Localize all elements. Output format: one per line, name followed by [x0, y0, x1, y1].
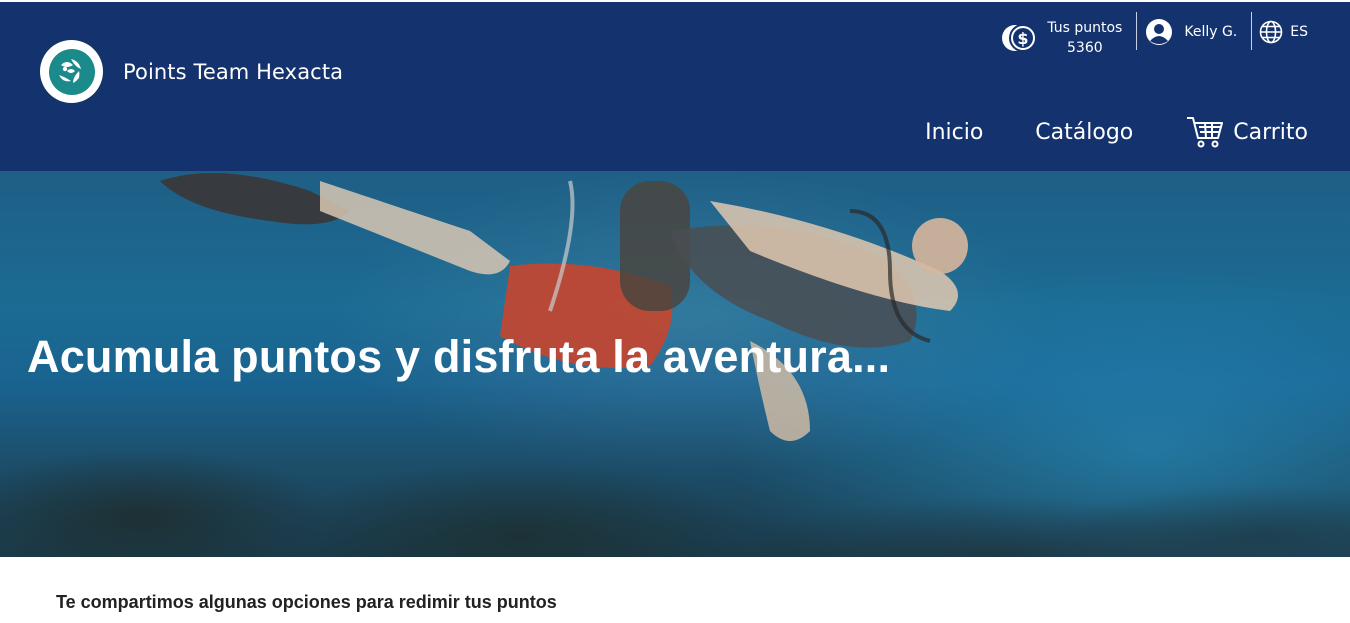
reef-background: [0, 387, 1350, 557]
language-selector[interactable]: ES: [1252, 12, 1308, 52]
nav-cart-label: Carrito: [1233, 119, 1308, 145]
language-label: ES: [1290, 24, 1308, 40]
brand[interactable]: Points Team Hexacta: [40, 40, 343, 103]
points-summary[interactable]: $ Tus puntos 5360: [1001, 18, 1136, 58]
coin-icon: $: [1001, 22, 1039, 54]
nav-cart-link[interactable]: Carrito: [1185, 114, 1308, 150]
user-menu[interactable]: Kelly G.: [1137, 12, 1251, 52]
main-nav: Inicio Catálogo Carrito: [925, 114, 1308, 150]
globe-icon: [1258, 19, 1284, 45]
logo-icon[interactable]: [40, 40, 103, 103]
svg-text:$: $: [1018, 29, 1029, 48]
cart-icon: [1185, 114, 1225, 150]
user-icon: [1144, 17, 1174, 47]
points-value: 5360: [1067, 40, 1103, 56]
nav-catalog-link[interactable]: Catálogo: [1035, 120, 1133, 145]
top-utility-bar: $ Tus puntos 5360 Kelly G. ES: [1001, 10, 1308, 58]
site-header: Points Team Hexacta $ Tus puntos 5360 Ke…: [0, 2, 1350, 171]
nav-home-link[interactable]: Inicio: [925, 120, 983, 145]
points-label: Tus puntos: [1047, 20, 1123, 36]
hero-title: Acumula puntos y disfruta la aventura...: [27, 331, 891, 382]
hero-banner: Acumula puntos y disfruta la aventura...: [0, 171, 1350, 557]
section-title: Te compartimos algunas opciones para red…: [56, 592, 557, 612]
user-name: Kelly G.: [1184, 24, 1238, 40]
brand-name: Points Team Hexacta: [123, 59, 344, 84]
